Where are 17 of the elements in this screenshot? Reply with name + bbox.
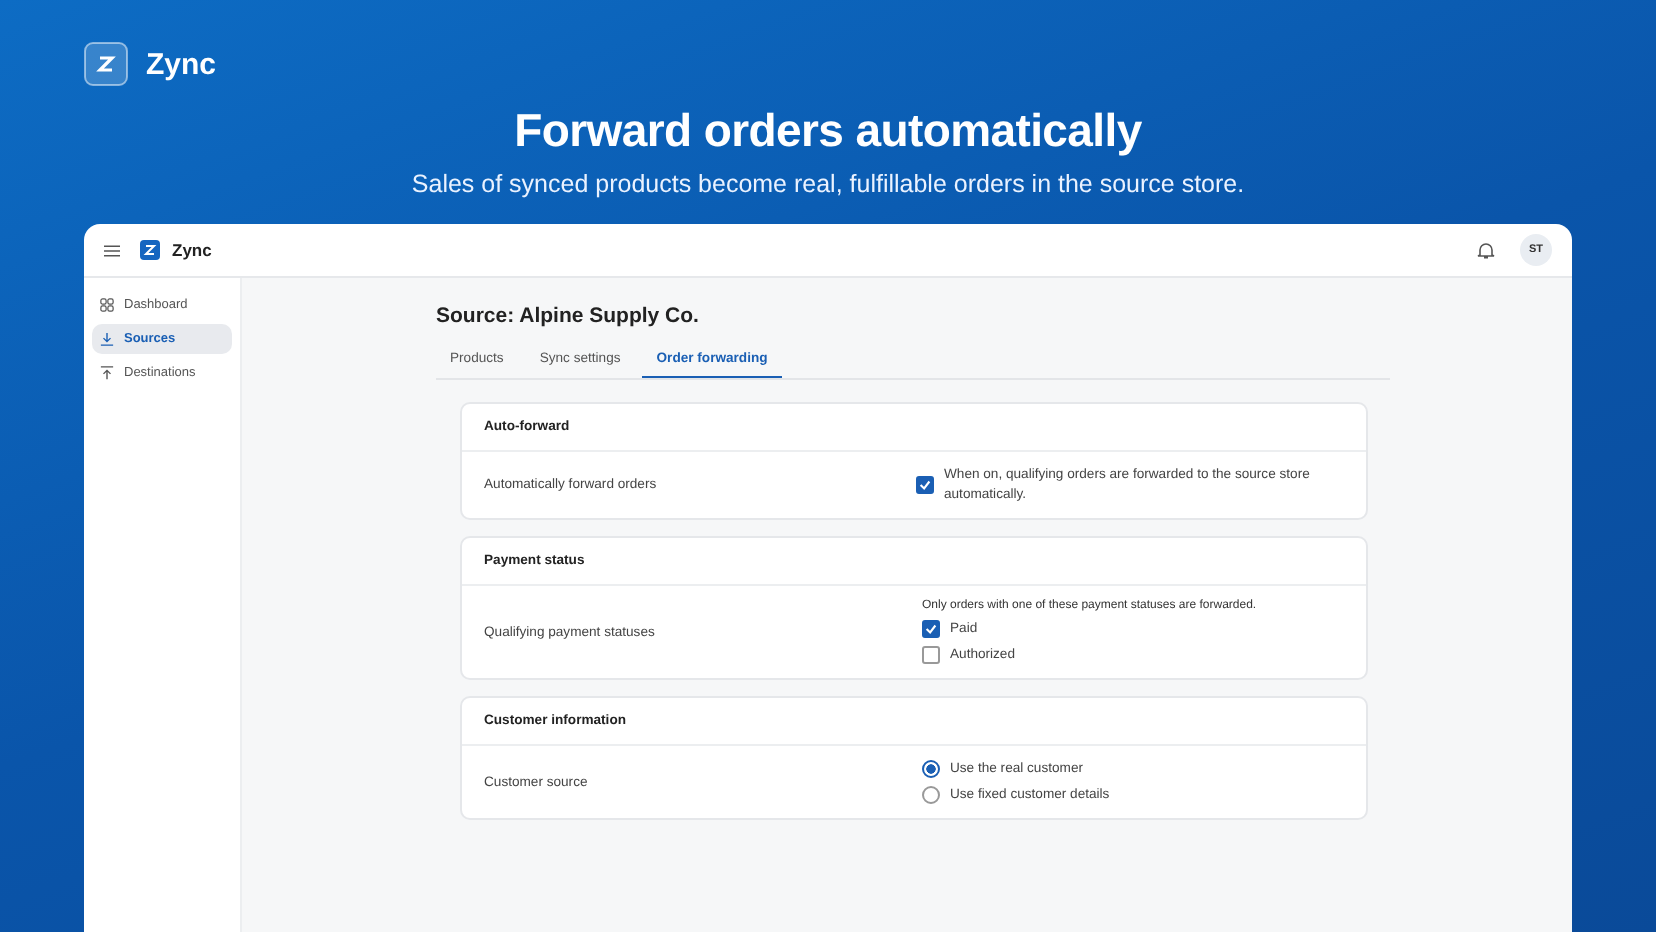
hero-subtitle: Sales of synced products become real, fulfillable orders in the source store. [411, 170, 1245, 198]
radio-button[interactable] [922, 786, 940, 805]
checkbox[interactable] [922, 646, 940, 665]
bell-icon[interactable] [1476, 240, 1496, 260]
app-name: Zync [172, 240, 212, 260]
hero-title: Forward orders automatically [514, 104, 1142, 158]
download-icon [100, 332, 114, 346]
logo-icon [84, 42, 128, 86]
logo-icon [140, 240, 160, 260]
radio-button[interactable] [922, 760, 940, 779]
upload-icon [100, 366, 114, 380]
page-title: Source: Alpine Supply Co. [436, 304, 701, 328]
brand-name: Zync [146, 47, 217, 81]
checkbox[interactable] [916, 476, 934, 495]
menu-icon[interactable] [104, 243, 120, 257]
checkbox[interactable] [922, 620, 940, 639]
grid-icon [100, 298, 114, 312]
